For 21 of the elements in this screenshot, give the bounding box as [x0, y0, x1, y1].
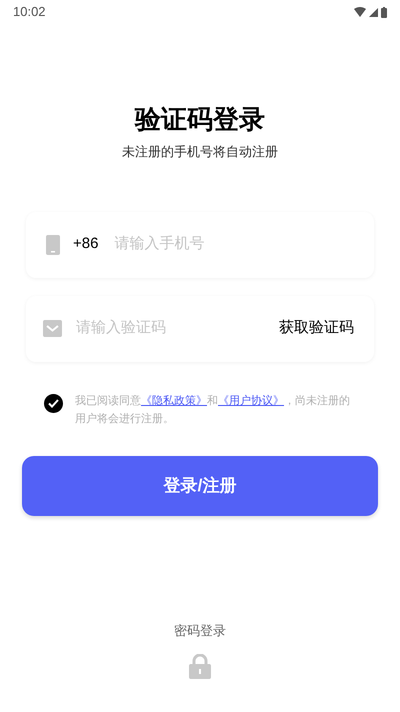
policy-link[interactable]: 《隐私政策》: [141, 394, 207, 406]
page-subtitle: 未注册的手机号将自动注册: [122, 143, 278, 161]
code-field[interactable]: 请输入验证码 获取验证码: [26, 296, 374, 362]
status-time: 10:02: [13, 3, 46, 22]
phone-field[interactable]: +86 请输入手机号: [26, 212, 374, 278]
agreement-checkbox[interactable]: [44, 394, 63, 412]
checkmark-icon: [48, 398, 59, 408]
battery-icon: [381, 6, 387, 18]
code-input[interactable]: 请输入验证码: [76, 317, 265, 340]
phone-icon: [46, 234, 60, 254]
login-register-button[interactable]: 登录/注册: [22, 456, 378, 516]
country-code: +86: [73, 234, 98, 254]
get-code-button[interactable]: 获取验证码: [279, 317, 354, 340]
wifi-icon: [354, 7, 366, 17]
password-login-link[interactable]: 密码登录: [174, 620, 226, 640]
signal-icon: [369, 8, 378, 16]
phone-input[interactable]: 请输入手机号: [114, 233, 354, 256]
agreement-text: 我已阅读同意《隐私政策》和《用户协议》，尚未注册的用户将会进行注册。: [75, 394, 351, 426]
page-title: 验证码登录: [135, 103, 265, 136]
policy-link[interactable]: 《用户协议》: [218, 394, 284, 406]
mail-icon: [43, 320, 62, 337]
